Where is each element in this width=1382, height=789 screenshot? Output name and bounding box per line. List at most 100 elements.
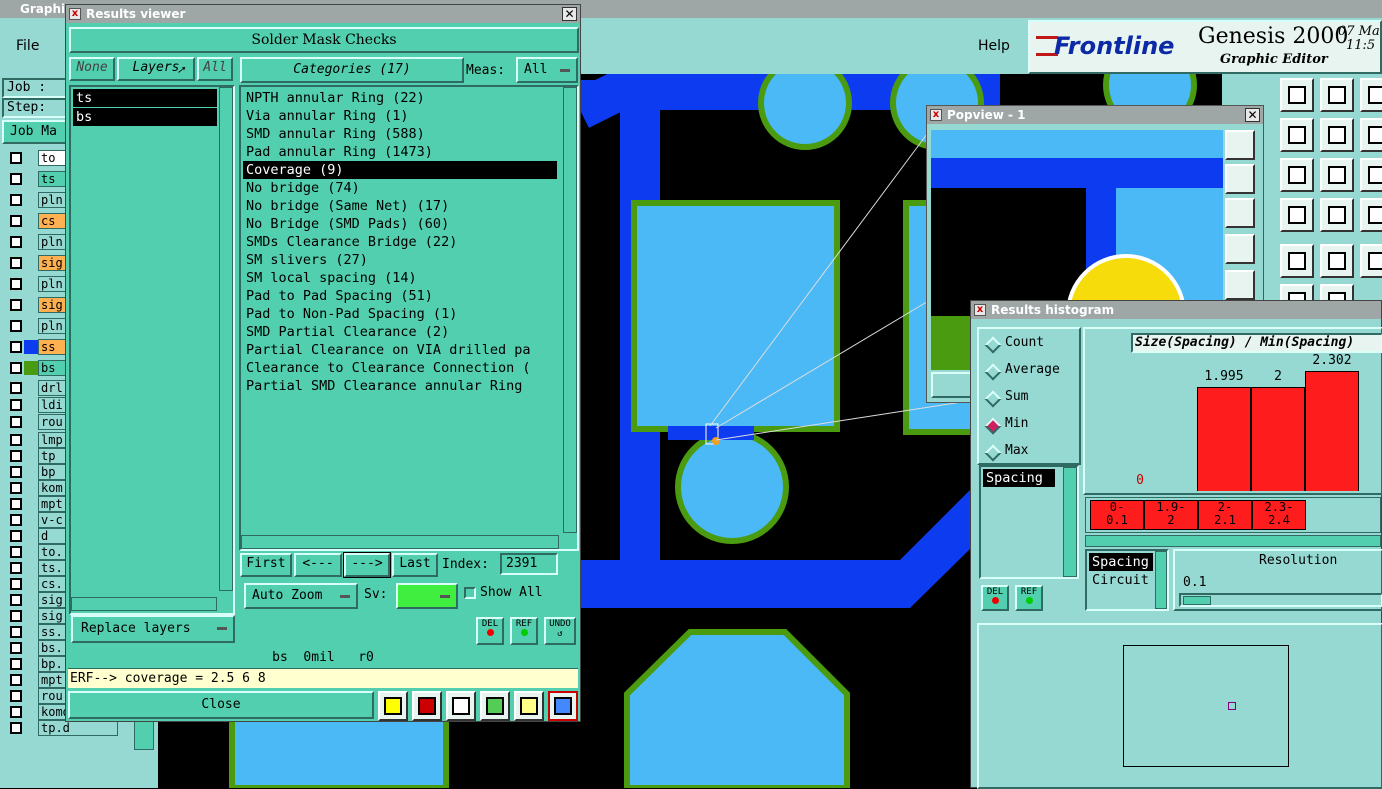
- first-button[interactable]: First: [240, 553, 292, 577]
- category-horizontal-scrollbar[interactable]: [241, 535, 559, 549]
- file-menu[interactable]: File: [16, 38, 39, 54]
- ref-x-icon[interactable]: [446, 691, 476, 721]
- popview-zoom-button[interactable]: [1225, 130, 1255, 160]
- category-item[interactable]: Pad annular Ring (1473): [243, 143, 557, 161]
- category-item[interactable]: SM local spacing (14): [243, 269, 557, 287]
- layer-checkbox[interactable]: [10, 320, 22, 332]
- measure-item[interactable]: Spacing: [983, 469, 1055, 487]
- layer-checkbox[interactable]: [10, 399, 22, 411]
- flag-icon[interactable]: [378, 691, 408, 721]
- category-item[interactable]: SM slivers (27): [243, 251, 557, 269]
- category-item[interactable]: SMD Partial Clearance (2): [243, 323, 557, 341]
- layer-checkbox[interactable]: [10, 546, 22, 558]
- count-radio[interactable]: [984, 336, 1002, 354]
- replace-layers-button[interactable]: Replace layers: [71, 615, 235, 643]
- layer-checkbox[interactable]: [10, 278, 22, 290]
- layer-horizontal-scrollbar[interactable]: [71, 597, 217, 611]
- resolution-slider[interactable]: [1179, 593, 1382, 607]
- mode-item-spacing[interactable]: Spacing: [1089, 553, 1153, 571]
- del-button[interactable]: DEL: [476, 617, 504, 645]
- histogram-bar[interactable]: [1197, 387, 1251, 491]
- layer-checkbox[interactable]: [10, 434, 22, 446]
- close-icon[interactable]: ✕: [562, 7, 577, 21]
- tool-button[interactable]: [1320, 78, 1354, 112]
- sum-radio[interactable]: [984, 390, 1002, 408]
- layer-checkbox[interactable]: [10, 450, 22, 462]
- meas-dropdown[interactable]: All: [516, 57, 578, 83]
- auto-zoom-dropdown[interactable]: Auto Zoom: [244, 583, 358, 609]
- layer-checkbox[interactable]: [10, 257, 22, 269]
- tool-button[interactable]: [1360, 78, 1382, 112]
- two-layer-icon[interactable]: [480, 691, 510, 721]
- layer-vertical-scrollbar[interactable]: [219, 87, 233, 591]
- category-item[interactable]: No bridge (74): [243, 179, 557, 197]
- help-menu[interactable]: Help: [978, 38, 1010, 54]
- report-icon[interactable]: [514, 691, 544, 721]
- layer-checkbox[interactable]: [10, 626, 22, 638]
- category-item[interactable]: Pad to Non-Pad Spacing (1): [243, 305, 557, 323]
- category-item[interactable]: Pad to Pad Spacing (51): [243, 287, 557, 305]
- show-all-checkbox[interactable]: [464, 587, 476, 599]
- tool-button[interactable]: [1360, 244, 1382, 278]
- popview-pan-button[interactable]: [1225, 164, 1255, 194]
- category-item[interactable]: Partial SMD Clearance annular Ring: [243, 377, 557, 395]
- tool-button[interactable]: [1280, 198, 1314, 232]
- layer-checkbox[interactable]: [10, 299, 22, 311]
- category-item[interactable]: Clearance to Clearance Connection (: [243, 359, 557, 377]
- layers-button[interactable]: Layers ➚: [117, 57, 195, 81]
- layer-item[interactable]: bs: [73, 108, 217, 126]
- layer-row[interactable]: tp.d: [8, 720, 118, 737]
- popview-pan-button[interactable]: [1225, 198, 1255, 228]
- none-button[interactable]: None: [69, 57, 115, 81]
- close-icon[interactable]: ✕: [1245, 108, 1260, 122]
- layer-checkbox[interactable]: [10, 215, 22, 227]
- layer-checkbox[interactable]: [10, 152, 22, 164]
- next-button[interactable]: --->: [343, 552, 391, 578]
- undo-button[interactable]: UNDO ↺: [544, 617, 576, 645]
- ref-button[interactable]: REF: [510, 617, 538, 645]
- popview-pan-button[interactable]: [1225, 270, 1255, 300]
- layer-checkbox[interactable]: [10, 236, 22, 248]
- layer-checkbox[interactable]: [10, 416, 22, 428]
- tool-button[interactable]: [1320, 118, 1354, 152]
- measure-scrollbar[interactable]: [1063, 467, 1077, 577]
- histogram-horizontal-scrollbar[interactable]: [1085, 535, 1381, 547]
- layer-checkbox[interactable]: [10, 482, 22, 494]
- histogram-bar[interactable]: [1251, 387, 1305, 491]
- layer-checkbox[interactable]: [10, 173, 22, 185]
- tool-button[interactable]: [1280, 78, 1314, 112]
- hist-ref-button[interactable]: REF: [1015, 585, 1043, 611]
- last-button[interactable]: Last: [392, 553, 438, 577]
- layer-checkbox[interactable]: [10, 498, 22, 510]
- layer-checkbox[interactable]: [10, 658, 22, 670]
- close-button[interactable]: Close: [68, 691, 374, 719]
- tool-button[interactable]: [1280, 158, 1314, 192]
- tool-button[interactable]: [1360, 118, 1382, 152]
- delete-result-icon[interactable]: [412, 691, 442, 721]
- layer-checkbox[interactable]: [10, 530, 22, 542]
- layer-checkbox[interactable]: [10, 610, 22, 622]
- max-radio[interactable]: [984, 444, 1002, 462]
- layer-checkbox[interactable]: [10, 690, 22, 702]
- category-vertical-scrollbar[interactable]: [563, 87, 577, 533]
- category-item[interactable]: No bridge (Same Net) (17): [243, 197, 557, 215]
- tool-button[interactable]: [1320, 158, 1354, 192]
- hist-del-button[interactable]: DEL: [981, 585, 1009, 611]
- histogram-icon[interactable]: [548, 691, 578, 721]
- tool-button[interactable]: [1360, 158, 1382, 192]
- category-item[interactable]: NPTH annular Ring (22): [243, 89, 557, 107]
- layer-checkbox[interactable]: [10, 362, 22, 374]
- layer-item[interactable]: ts: [73, 89, 217, 107]
- category-item[interactable]: No Bridge (SMD Pads) (60): [243, 215, 557, 233]
- layer-checkbox[interactable]: [10, 578, 22, 590]
- layer-checkbox[interactable]: [10, 722, 22, 734]
- layer-checkbox[interactable]: [10, 706, 22, 718]
- category-item[interactable]: SMDs Clearance Bridge (22): [243, 233, 557, 251]
- slider-thumb[interactable]: [1183, 596, 1211, 605]
- tool-button[interactable]: [1320, 198, 1354, 232]
- categories-button[interactable]: Categories (17): [240, 57, 464, 83]
- layer-checkbox[interactable]: [10, 341, 22, 353]
- layer-checkbox[interactable]: [10, 194, 22, 206]
- tool-button[interactable]: [1280, 118, 1314, 152]
- tool-button[interactable]: [1280, 244, 1314, 278]
